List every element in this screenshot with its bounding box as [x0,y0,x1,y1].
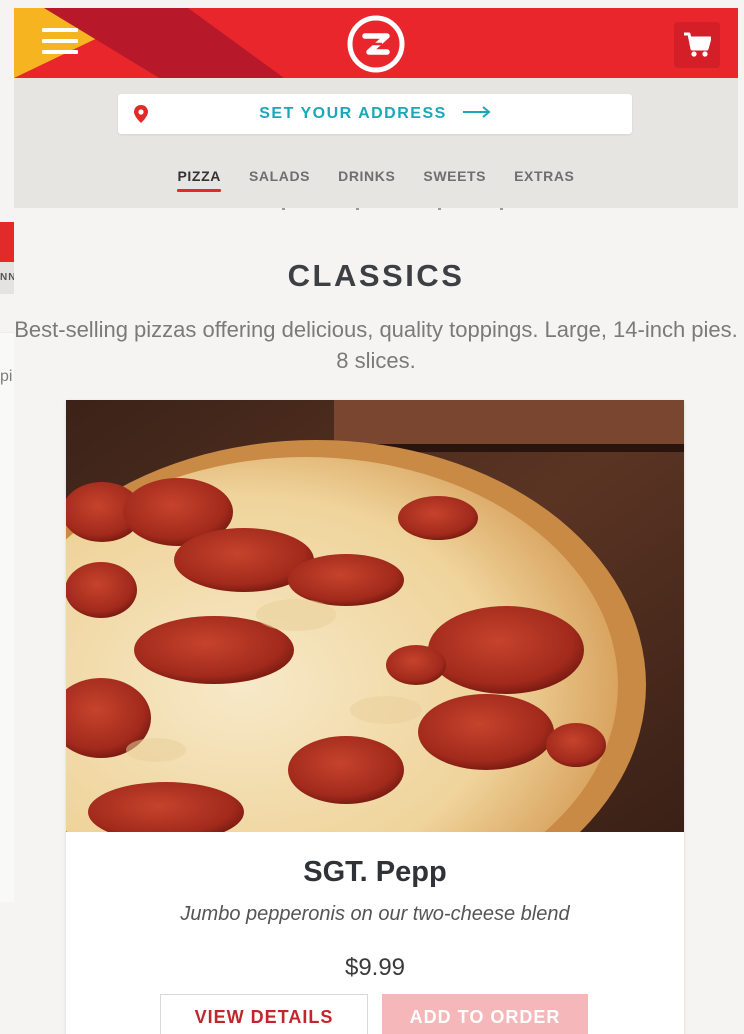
set-address-label-row: SET YOUR ADDRESS [118,105,632,123]
view-details-button[interactable]: VIEW DETAILS [160,994,368,1034]
section-description: Best-selling pizzas offering delicious, … [14,317,738,373]
top-header [14,8,738,78]
ghost-page-strip: NNK pi [0,222,14,902]
pepperoni-pizza-photo[interactable] [66,400,684,832]
location-pin-icon [134,105,148,128]
shopping-cart-icon [684,32,711,57]
subheader-bar: SET YOUR ADDRESS PIZZA SALADS DRINKS SWE… [14,78,738,208]
tab-drinks[interactable]: DRINKS [324,166,409,196]
tab-pizza[interactable]: PIZZA [163,166,234,196]
section-title: CLASSICS [287,258,465,293]
tab-extras[interactable]: EXTRAS [500,166,588,196]
tab-salads[interactable]: SALADS [235,166,324,196]
set-address-label: SET YOUR ADDRESS [259,105,447,123]
tab-sweets[interactable]: SWEETS [409,166,500,196]
product-card: SGT. Pepp Jumbo pepperonis on our two-ch… [66,400,684,1034]
hamburger-menu-icon[interactable] [42,28,78,56]
add-to-order-button[interactable]: ADD TO ORDER [382,994,588,1034]
ghost-card [0,332,14,902]
product-description: Jumbo pepperonis on our two-cheese blend [180,903,570,925]
ghost-nav-fragment: NNK [0,262,14,294]
ghost-text-fragment: pi [0,368,13,385]
product-name[interactable]: SGT. Pepp [66,856,684,889]
product-price: $9.99 [344,954,406,981]
category-nav: PIZZA SALADS DRINKS SWEETS EXTRAS [14,166,738,196]
set-address-button[interactable]: SET YOUR ADDRESS [118,94,632,134]
arrow-right-icon [462,105,491,123]
brand-logo-icon[interactable] [346,14,406,74]
shopping-cart-button[interactable] [674,22,720,68]
ghost-header [0,222,14,262]
